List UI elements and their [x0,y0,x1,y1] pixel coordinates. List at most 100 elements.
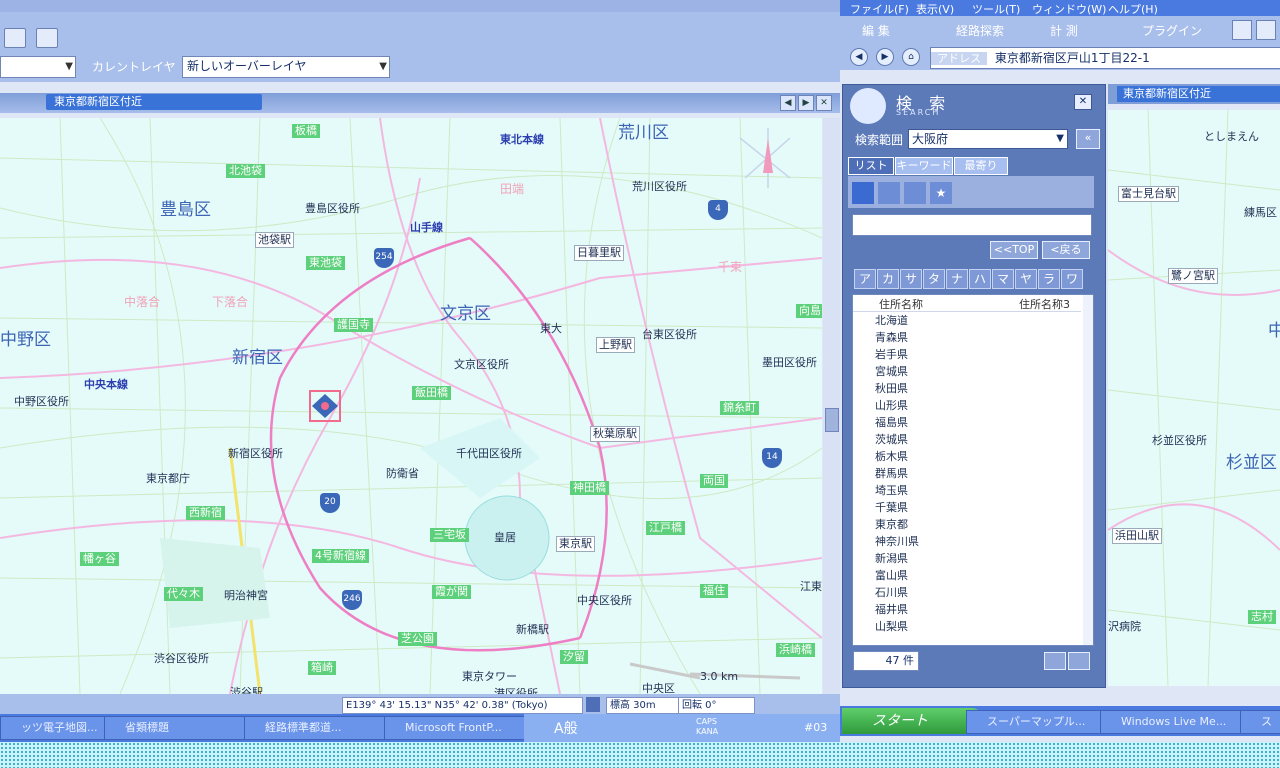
current-layer-select[interactable]: 新しいオーバーレイヤ ▼ [182,56,390,78]
close-icon[interactable]: ✕ [1074,94,1092,110]
star-icon[interactable]: ★ [930,182,952,204]
taskbar-item[interactable]: 経路標準都道... [244,716,396,740]
address-field[interactable]: アドレス 東京都新宿区戸山1丁目22-1 [930,47,1280,69]
taskbar-item[interactable]: Windows Live Me... [1100,710,1248,734]
taskbar-item[interactable]: 省類標題 [104,716,256,740]
list-scrollbar[interactable] [1083,295,1093,645]
list-item[interactable]: 宮城県 [875,363,1065,380]
menu-window[interactable]: ウィンドウ(W) [1032,1,1106,17]
print-icon[interactable] [36,28,58,48]
measure-button[interactable]: 計 測 [1050,22,1078,39]
list-item[interactable]: 富山県 [875,567,1065,584]
right-map-view[interactable]: としまえん 富士見台駅 練馬区 鷺ノ宮駅 杉並区役所 杉並区 浜田山駅 中 志村… [1108,110,1280,686]
route-shield-icon: 20 [320,493,340,513]
search-icon[interactable] [1232,20,1252,40]
list-item[interactable]: 新潟県 [875,550,1065,567]
menu-file[interactable]: ファイル(F) [850,1,909,17]
kana-button[interactable]: ナ [946,269,968,289]
route-search-button[interactable]: 経路探索 [956,22,1004,39]
column-header[interactable]: 住所名称 [879,296,923,312]
list-item[interactable]: 石川県 [875,584,1065,601]
forward-icon[interactable]: ▶ [876,48,894,66]
map-view[interactable]: 豊島区 文京区 新宿区 荒川区 中野区 豊島区役所 荒川区役所 文京区役所 台東… [0,118,822,694]
list-item[interactable]: 岩手県 [875,346,1065,363]
left-combo[interactable]: ▼ [0,56,76,78]
collapse-icon[interactable]: « [1076,129,1100,149]
map-vertical-scrollbar[interactable] [823,118,840,694]
close-icon[interactable]: ✕ [816,95,832,111]
taskbar-item[interactable]: ス [1240,710,1280,734]
list-item[interactable]: 山形県 [875,397,1065,414]
building-category-icon[interactable] [878,182,900,204]
list-item[interactable]: 埼玉県 [875,482,1065,499]
address-category-icon[interactable] [852,182,874,204]
search-input[interactable] [852,214,1092,236]
list-item[interactable]: 福島県 [875,414,1065,431]
top-button[interactable]: <<TOP [990,241,1038,259]
list-item[interactable]: 山梨県 [875,618,1065,635]
office-label: 豊島区役所 [305,202,360,215]
edit-button[interactable]: 編 集 [862,22,890,39]
green-label: 志村 [1248,610,1276,624]
start-button[interactable]: スタート [842,708,982,734]
kana-button[interactable]: サ [900,269,922,289]
people-category-icon[interactable] [904,182,926,204]
list-header: 住所名称 住所名称3 [853,295,1081,312]
elevation-readout: 標高 30m [606,697,679,714]
plugin-button[interactable]: プラグイン [1142,22,1202,39]
map-window-tab[interactable]: 東京都新宿区付近 [46,94,262,110]
taskbar-item[interactable]: スーパーマップル... [966,710,1108,734]
office-label: 文京区役所 [454,358,509,371]
list-item[interactable]: 栃木県 [875,448,1065,465]
prev-icon[interactable]: ◀ [780,95,796,111]
list-item[interactable]: 青森県 [875,329,1065,346]
home-icon[interactable]: ⌂ [902,48,920,66]
tab-nearest[interactable]: 最寄り [954,157,1008,175]
next-icon[interactable]: ▶ [798,95,814,111]
back-button[interactable]: <戻る [1042,241,1090,259]
place-label: 東京タワー [462,670,517,683]
list-item[interactable]: 茨城県 [875,431,1065,448]
coordinate-readout: E139° 43' 15.13" N35° 42' 0.38" (Tokyo) [342,697,583,714]
address-list[interactable]: 住所名称 住所名称3 北海道 青森県 岩手県 宮城県 秋田県 山形県 福島県 茨… [852,294,1094,646]
kana-button[interactable]: ヤ [1015,269,1037,289]
list-item[interactable]: 福井県 [875,601,1065,618]
route-shield-icon: 246 [342,590,362,610]
list-item[interactable]: 東京都 [875,516,1065,533]
column-header[interactable]: 住所名称3 [1019,296,1070,312]
menu-help[interactable]: ヘルプ(H) [1108,1,1158,17]
window-icon[interactable] [1256,20,1276,40]
tab-list[interactable]: リスト [848,157,894,175]
right-map-tab[interactable]: 東京都新宿区付近 [1117,86,1280,102]
list-item[interactable]: 秋田県 [875,380,1065,397]
kana-button[interactable]: タ [923,269,945,289]
kana-button[interactable]: マ [992,269,1014,289]
back-icon[interactable]: ◀ [850,48,868,66]
kana-button[interactable]: ラ [1038,269,1060,289]
compass-icon[interactable] [760,142,776,158]
green-label: 代々木 [164,587,203,601]
map-roads [0,118,822,694]
kana-button[interactable]: ワ [1061,269,1083,289]
kana-button[interactable]: ハ [969,269,991,289]
scroll-thumb[interactable] [825,408,839,432]
kana-button[interactable]: ア [854,269,876,289]
taskbar-item[interactable]: ッツ電子地図... [0,716,118,740]
menu-tools[interactable]: ツール(T) [972,1,1020,17]
list-item[interactable]: 北海道 [875,312,1065,329]
tab-keyword[interactable]: キーワード [895,157,953,175]
export-icon[interactable] [1068,652,1090,670]
list-item[interactable]: 千葉県 [875,499,1065,516]
page-setup-icon[interactable] [4,28,26,48]
pink-label: 下落合 [212,295,249,309]
list-item[interactable]: 神奈川県 [875,533,1065,550]
list-item[interactable]: 群馬県 [875,465,1065,482]
map-place-label: としまえん [1204,130,1259,143]
search-range-select[interactable]: 大阪府 ▼ [908,129,1068,149]
kana-button[interactable]: カ [877,269,899,289]
rotation-readout: 回転 0° [678,697,755,714]
taskbar-item[interactable]: Microsoft FrontP... [384,716,536,740]
edit-icon[interactable] [1044,652,1066,670]
ime-indicator[interactable]: A般 [554,718,578,738]
menu-view[interactable]: 表示(V) [916,1,954,17]
